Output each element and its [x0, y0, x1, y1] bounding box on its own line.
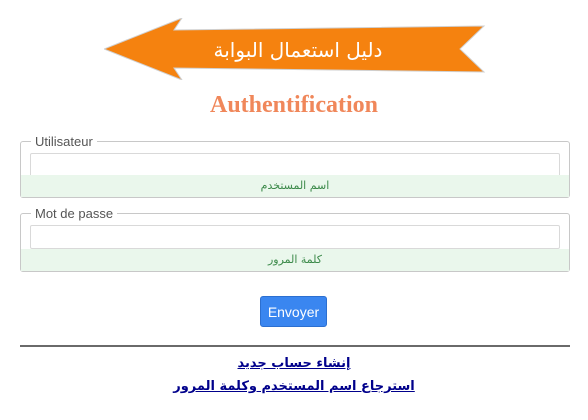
password-group: Mot de passe كلمة المرور	[20, 206, 570, 272]
user-guide-banner[interactable]: دليل استعمال البوابة	[104, 18, 488, 80]
username-group: Utilisateur اسم المستخدم	[20, 134, 570, 198]
login-page: دليل استعمال البوابة Authentification Ut…	[0, 0, 588, 420]
username-input[interactable]	[30, 153, 560, 177]
create-account-link[interactable]: إنشاء حساب جديد	[0, 356, 588, 371]
username-hint: اسم المستخدم	[21, 175, 569, 197]
password-input[interactable]	[30, 225, 560, 249]
divider	[20, 345, 570, 347]
submit-button[interactable]: Envoyer	[260, 296, 327, 327]
username-legend: Utilisateur	[35, 134, 93, 149]
recover-credentials-link[interactable]: استرجاع اسم المستخدم وكلمة المرور	[0, 379, 588, 394]
page-title: Authentification	[210, 92, 378, 118]
banner-text: دليل استعمال البوابة	[213, 38, 383, 62]
password-hint: كلمة المرور	[21, 249, 569, 271]
password-legend: Mot de passe	[35, 206, 114, 221]
